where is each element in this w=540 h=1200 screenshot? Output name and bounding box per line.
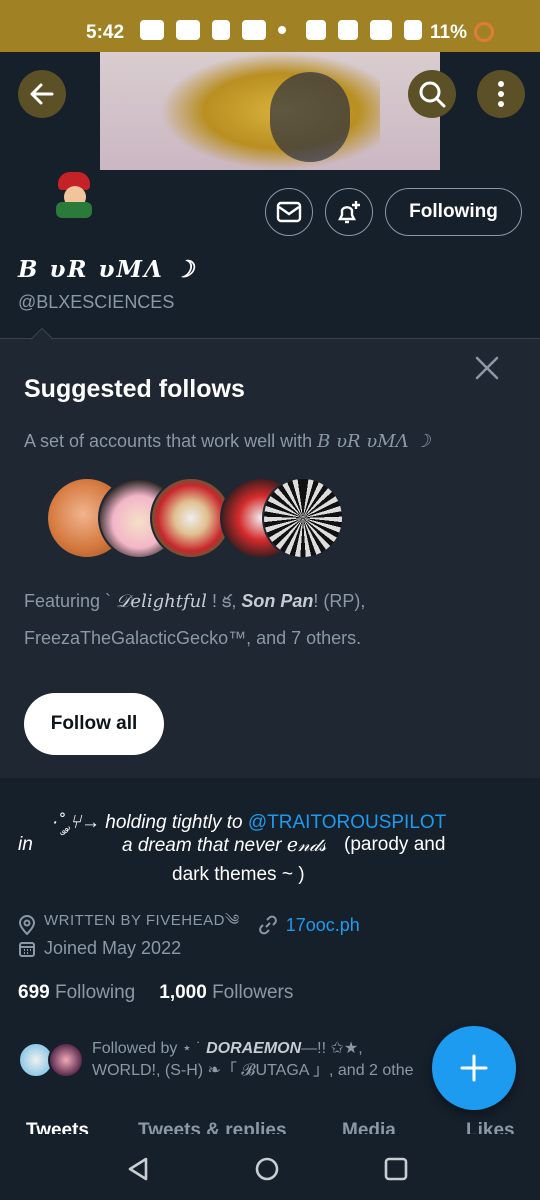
signal-icon — [404, 20, 422, 40]
featuring-text: Featuring ` 𝒟elightful ! క, Son Pan! (RP… — [24, 591, 366, 648]
circle-home-icon — [255, 1157, 279, 1181]
card-description: A set of accounts that work well with B … — [24, 431, 431, 452]
playstation-icon — [242, 20, 266, 40]
message-button[interactable] — [265, 188, 313, 236]
battery-text: 11% — [430, 22, 467, 43]
system-nav-bar — [0, 1134, 540, 1200]
search-button[interactable] — [408, 70, 456, 118]
triangle-back-icon — [128, 1157, 148, 1181]
display-name: B υR υMΛ ☽ — [18, 256, 197, 283]
location-pin-icon — [18, 915, 36, 935]
status-time: 5:42 — [86, 22, 125, 43]
website-link[interactable]: 17ooc.ph — [286, 915, 360, 936]
suggested-avatar[interactable] — [262, 477, 344, 559]
square-recents-icon — [384, 1157, 408, 1181]
tiktok-icon — [212, 20, 230, 40]
card-title: Suggested follows — [24, 375, 245, 403]
status-bar: 5:42 11% — [0, 0, 540, 52]
arrow-left-icon — [30, 83, 54, 105]
joined-row: Joined May 2022 — [18, 938, 181, 959]
plus-icon — [460, 1054, 488, 1082]
system-icons — [306, 20, 422, 40]
battery-icon — [474, 22, 494, 42]
search-icon — [419, 81, 446, 108]
dot-icon — [278, 26, 286, 34]
compose-tweet-button[interactable] — [432, 1026, 516, 1110]
follow-counts: 699 Following 1,000 Followers — [18, 982, 293, 1004]
follow-all-button[interactable]: Follow all — [24, 693, 164, 755]
followed-by-text: Followed by ⋆ ˙ DORAEMON—!! ✩★, WORLD!, … — [92, 1040, 414, 1079]
following-button[interactable]: Following — [385, 188, 522, 236]
mention-link[interactable]: @TRAITOROUSPILOT — [248, 812, 446, 833]
youtube-icon — [176, 20, 200, 40]
followed-by[interactable]: Followed by ⋆ ˙ DORAEMON—!! ✩★, WORLD!, … — [18, 1038, 448, 1084]
mail-icon — [276, 201, 302, 223]
following-count[interactable]: 699 Following — [18, 982, 135, 1004]
discord-icon — [140, 20, 164, 40]
notifications-button[interactable] — [325, 188, 373, 236]
notification-icons — [140, 20, 286, 40]
back-button[interactable] — [18, 70, 66, 118]
banner-image — [100, 52, 440, 170]
nav-back-button[interactable] — [124, 1154, 154, 1184]
more-options-button[interactable] — [477, 70, 525, 118]
joined-text: Joined May 2022 — [44, 938, 182, 958]
nfc-icon — [306, 20, 326, 40]
suggested-follows-card: Suggested follows A set of accounts that… — [0, 327, 540, 778]
followers-count[interactable]: 1,000 Followers — [159, 982, 293, 1004]
more-vertical-icon — [498, 81, 504, 107]
bell-plus-icon — [338, 201, 360, 224]
profile-banner[interactable] — [0, 52, 540, 170]
nav-home-button[interactable] — [252, 1154, 282, 1184]
close-button[interactable] — [472, 353, 502, 383]
calendar-icon — [19, 941, 35, 957]
handle: @BLXESCIENCES — [18, 292, 175, 312]
mute-icon — [338, 20, 358, 40]
profile-avatar[interactable] — [50, 172, 98, 220]
link-icon — [258, 915, 277, 935]
wifi-icon — [370, 20, 392, 40]
close-icon — [475, 356, 499, 380]
nav-recents-button[interactable] — [381, 1154, 411, 1184]
avatar — [48, 1042, 84, 1078]
